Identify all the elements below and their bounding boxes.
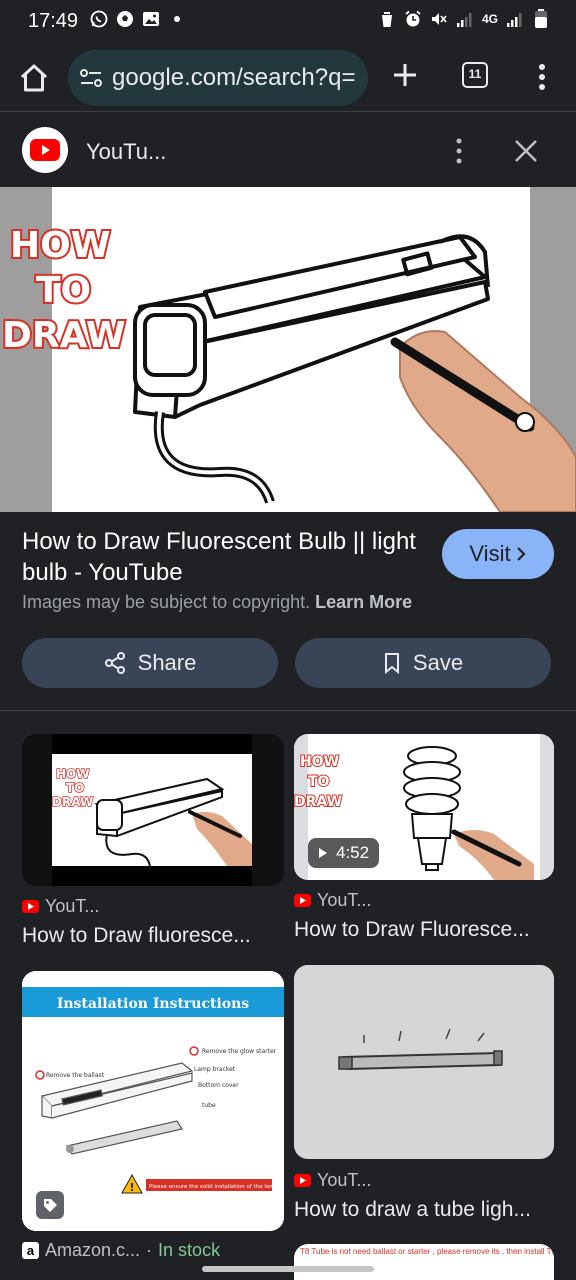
- battery-icon: [532, 9, 550, 28]
- result-source: YouT...: [294, 890, 371, 911]
- soccer-ball-icon: [116, 10, 134, 28]
- diagram-label: Remove the glow starter: [202, 1048, 277, 1055]
- diagram-label: Bottom cover: [198, 1082, 239, 1089]
- share-button[interactable]: Share: [22, 638, 278, 688]
- thumb-caption-line: HOW: [56, 767, 89, 781]
- image-panel-header: YouTu...: [0, 113, 576, 187]
- result-source-name: YouT...: [317, 1170, 372, 1190]
- status-time: 17:49: [28, 10, 79, 32]
- result-thumbnail-partial[interactable]: T8 Tube is not need ballast or starter ,…: [294, 1244, 554, 1280]
- youtube-icon: [294, 1174, 311, 1187]
- youtube-icon: [294, 894, 311, 907]
- panel-more-button[interactable]: [448, 137, 470, 165]
- copyright-text: Images may be subject to copyright.: [22, 592, 311, 612]
- result-thumbnail[interactable]: HOW TO DRAW: [22, 734, 284, 886]
- gesture-navigation-handle[interactable]: [202, 1266, 374, 1272]
- thumb-caption-line: DRAW: [294, 794, 342, 810]
- share-icon: [104, 652, 125, 674]
- mute-icon: [430, 10, 448, 28]
- save-label: Save: [412, 650, 464, 675]
- source-separator: ·: [146, 1240, 153, 1260]
- result-source: YouT...: [22, 896, 99, 917]
- thumb-caption-line: TO: [66, 781, 84, 795]
- home-button[interactable]: [16, 60, 52, 96]
- youtube-logo-icon: [22, 127, 68, 173]
- result-source-name: YouT...: [317, 890, 372, 910]
- hero-image[interactable]: HOW TO DRAW: [0, 187, 576, 512]
- close-icon: [515, 140, 537, 162]
- browser-menu-button[interactable]: [528, 60, 556, 94]
- plus-icon: [394, 64, 416, 86]
- dot-icon: [168, 10, 186, 28]
- signal-icon-1: [456, 10, 474, 28]
- notification-icons: [90, 10, 186, 28]
- hero-caption-line: HOW: [10, 225, 110, 266]
- section-divider: [0, 710, 576, 711]
- site-settings-icon[interactable]: [80, 68, 102, 88]
- result-thumbnail[interactable]: Installation Instructions Remove the glo…: [22, 971, 284, 1231]
- address-bar[interactable]: google.com/search?q=: [68, 50, 368, 106]
- play-icon: [319, 848, 327, 858]
- image-title[interactable]: How to Draw Fluorescent Bulb || light bu…: [22, 526, 422, 588]
- signal-icon-2: [506, 10, 524, 28]
- alarm-icon: [404, 10, 422, 28]
- result-source: YouT...: [294, 1170, 371, 1191]
- bookmark-icon: [384, 653, 399, 674]
- network-type: 4G: [481, 12, 498, 26]
- more-vert-icon: [456, 138, 462, 164]
- learn-more-link[interactable]: Learn More: [315, 592, 412, 612]
- visit-button[interactable]: Visit: [442, 529, 554, 579]
- tube-light-sketch-image: [294, 965, 554, 1159]
- visit-label: Visit: [469, 541, 511, 566]
- svg-text:!: !: [129, 1181, 134, 1194]
- gallery-icon: [142, 10, 160, 28]
- save-button[interactable]: Save: [295, 638, 551, 688]
- share-label: Share: [137, 650, 197, 675]
- diagram-label: tube: [202, 1102, 216, 1109]
- fluorescent-lamp-drawing: HOW TO DRAW: [0, 223, 576, 512]
- result-source: a Amazon.c... · In stock: [22, 1240, 220, 1261]
- home-icon: [20, 64, 48, 92]
- diagram-label: Lamp bracket: [194, 1066, 236, 1073]
- thumb-caption-line: HOW: [300, 754, 339, 770]
- status-bar: 17:49 4G: [0, 0, 576, 44]
- more-vert-icon: [539, 64, 545, 90]
- video-duration-badge: 4:52: [308, 838, 380, 868]
- source-title[interactable]: YouTu...: [86, 139, 166, 165]
- result-title[interactable]: How to Draw Fluoresce...: [294, 918, 556, 942]
- stock-status: In stock: [158, 1240, 221, 1260]
- product-tag-badge: [36, 1191, 64, 1219]
- hero-caption-line: TO: [36, 270, 91, 311]
- chevron-right-icon: [516, 547, 526, 561]
- tab-switcher-button[interactable]: 11: [462, 62, 488, 88]
- system-icons: 4G: [378, 9, 550, 28]
- amazon-icon: a: [22, 1242, 39, 1259]
- result-source-name: YouT...: [45, 896, 100, 916]
- video-duration: 4:52: [336, 843, 370, 862]
- new-tab-button[interactable]: [388, 58, 422, 92]
- result-thumbnail[interactable]: HOW TO DRAW 4:52: [294, 734, 554, 880]
- recycle-icon: [378, 10, 396, 28]
- result-title[interactable]: How to Draw fluoresce...: [22, 924, 284, 948]
- youtube-icon: [22, 900, 39, 913]
- thumb-caption-line: DRAW: [52, 795, 93, 809]
- warning-text: Please ensure the solid installation of …: [149, 1184, 279, 1190]
- hero-caption-line: DRAW: [2, 315, 126, 356]
- diagram-label: Remove the ballast: [46, 1072, 105, 1079]
- url-text[interactable]: google.com/search?q=: [112, 64, 366, 92]
- copyright-notice: Images may be subject to copyright. Lear…: [22, 592, 412, 613]
- result-source-name: Amazon.c...: [45, 1240, 141, 1260]
- partial-tile-text: T8 Tube is not need ballast or starter ,…: [300, 1247, 554, 1256]
- tag-icon: [44, 1199, 57, 1212]
- thumb-caption-line: TO: [308, 774, 330, 790]
- close-button[interactable]: [512, 137, 540, 165]
- browser-toolbar: google.com/search?q= 11: [0, 44, 576, 112]
- whatsapp-icon: [90, 10, 108, 28]
- lamp-thumbnail-image: HOW TO DRAW: [51, 734, 252, 886]
- result-title[interactable]: How to draw a tube ligh...: [294, 1198, 556, 1222]
- image-heading: Installation Instructions: [57, 996, 249, 1012]
- result-thumbnail[interactable]: [294, 965, 554, 1159]
